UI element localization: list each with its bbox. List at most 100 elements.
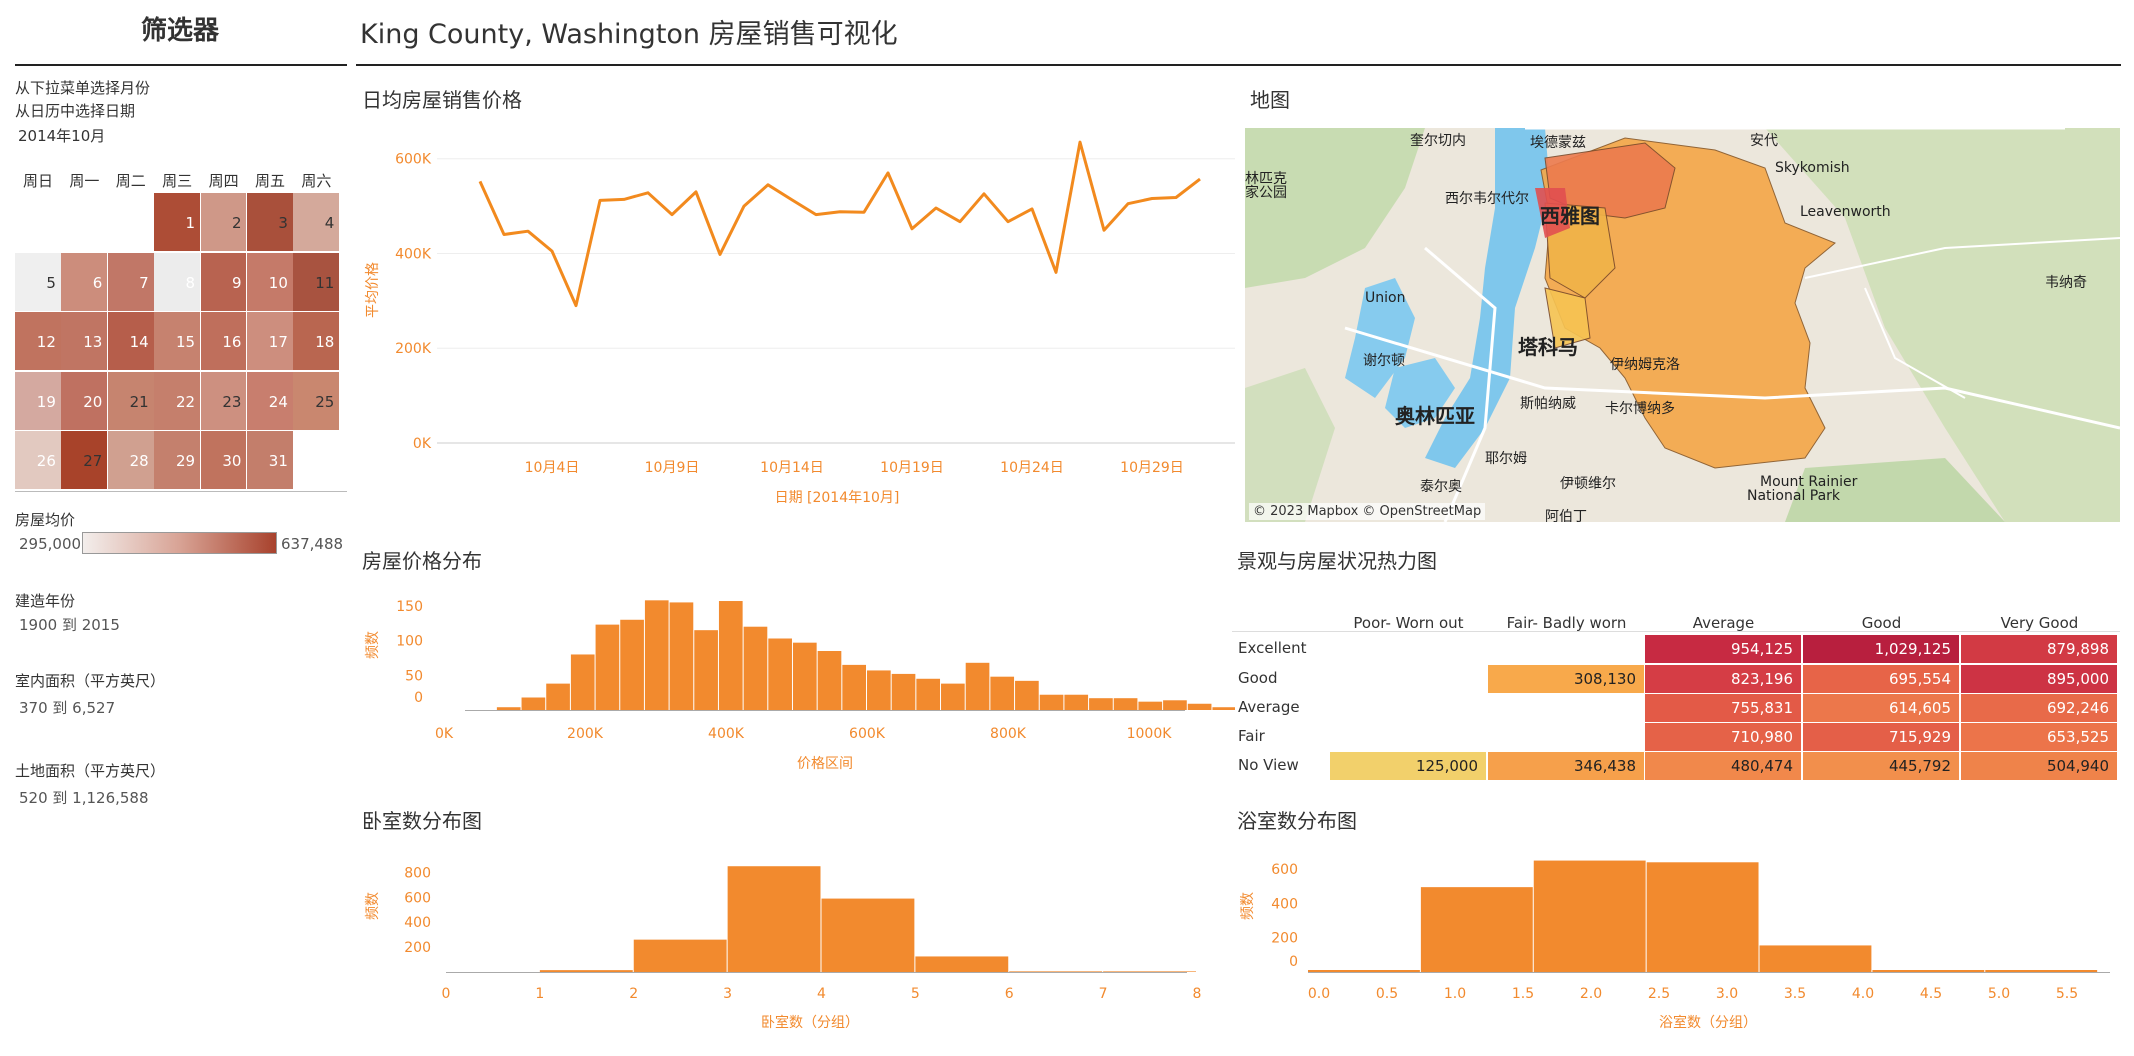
calendar-day[interactable]: 20 (61, 371, 108, 430)
calendar-day[interactable]: 19 (15, 371, 61, 430)
month-dropdown[interactable]: 2014年10月 (18, 125, 105, 146)
calendar-day[interactable]: 13 (61, 312, 108, 371)
map-place-label: 韦纳奇 (2045, 275, 2087, 291)
x-tick-label: 4.5 (1920, 986, 1942, 1002)
calendar-grid: 1 2 3 4 5 6 7 8 9 10 11 12 13 14 15 16 17 18 19 20 21 22 23 24 2… (15, 193, 347, 491)
calendar-day[interactable]: 2 (200, 193, 247, 251)
weekday-4: 周四 (208, 172, 239, 190)
histogram-bar (915, 956, 1009, 972)
histogram-bar (1039, 694, 1064, 710)
legend-min: 295,000 (19, 535, 82, 553)
map-graphic (1245, 128, 2120, 522)
calendar-day[interactable]: 5 (15, 252, 61, 311)
calendar-day[interactable]: 21 (107, 371, 154, 430)
calendar-day[interactable]: 22 (154, 371, 201, 430)
year-filter-range[interactable]: 1900 到 2015 (19, 614, 120, 635)
calendar-day[interactable]: 26 (15, 431, 61, 490)
calendar-day[interactable]: 29 (154, 431, 201, 490)
map-place-label: 伊纳姆克洛 (1610, 357, 1680, 373)
histogram-bar (1533, 860, 1646, 972)
map-place-label: Union (1365, 290, 1406, 306)
histogram-bar (1985, 970, 2098, 972)
sidebar-divider (15, 64, 347, 66)
calendar-day[interactable]: 6 (61, 252, 108, 311)
calendar-day[interactable]: 11 (293, 252, 340, 311)
x-tick-label: 10月4日 (525, 460, 580, 476)
histogram-bar (768, 638, 792, 710)
y-tick-label: 200K (395, 341, 432, 357)
x-tick-label: 1 (535, 986, 544, 1002)
heatmap-column-header: Average (1692, 614, 1755, 632)
x-tick-label: 10月14日 (760, 460, 824, 476)
calendar-day[interactable]: 4 (293, 193, 340, 251)
weekday-0: 周日 (22, 172, 53, 190)
x-axis-title: 日期 [2014年10月] (775, 490, 900, 506)
calendar-day[interactable]: 3 (247, 193, 293, 251)
y-tick-label: 200 (404, 940, 431, 956)
x-tick-label: 3 (723, 986, 732, 1002)
x-tick-label: 200K (567, 726, 604, 742)
calendar-day[interactable]: 28 (107, 431, 154, 490)
histogram-bar (1420, 887, 1533, 972)
calendar-day[interactable]: 14 (107, 312, 154, 371)
calendar-day[interactable]: 1 (154, 193, 201, 251)
calendar-day[interactable]: 12 (15, 312, 61, 371)
x-tick-label: 10月29日 (1120, 460, 1184, 476)
x-tick-label: 0.5 (1376, 986, 1398, 1002)
y-tick-label: 0K (413, 436, 432, 452)
heatmap-cell: 823,196 (1645, 665, 1801, 693)
histogram-bar (694, 630, 718, 710)
heatmap-row-header: Excellent (1238, 639, 1307, 657)
calendar-day[interactable]: 25 (293, 371, 340, 430)
calendar-day[interactable]: 23 (200, 371, 247, 430)
calendar-day[interactable]: 16 (200, 312, 247, 371)
heatmap-cell: 125,000 (1330, 752, 1486, 780)
map-view[interactable]: 奎尔切内 埃德蒙兹 安代 Skykomish 林匹克 家公园 西尔韦尔代尔 西雅图 Leaven… (1245, 128, 2120, 522)
calendar-day[interactable]: 7 (107, 252, 154, 311)
bedroom-histogram: 200 400 600 800 0 1 2 3 4 5 6 7 8 卧室数（分组） 频数 (365, 865, 1201, 1031)
y-tick-label: 0 (414, 690, 423, 706)
heatmap-cell: 755,831 (1645, 694, 1801, 722)
x-axis-title: 浴室数（分组） (1659, 1014, 1757, 1031)
histogram-bar (727, 866, 821, 972)
map-place-label: 耶尔姆 (1485, 451, 1527, 467)
heatmap-cell: 445,792 (1803, 752, 1959, 780)
calendar-day[interactable]: 17 (247, 312, 293, 371)
lot-filter-range[interactable]: 520 到 1,126,588 (19, 787, 149, 808)
map-place-label: Skykomish (1775, 160, 1850, 176)
calendar-day[interactable]: 15 (154, 312, 201, 371)
map-place-label: 西尔韦尔代尔 (1445, 191, 1529, 207)
calendar-day[interactable]: 27 (61, 431, 108, 490)
histogram-bar (965, 662, 990, 710)
histogram-bar (1759, 945, 1872, 972)
x-tick-label: 0.0 (1308, 986, 1330, 1002)
x-tick-label: 10月24日 (1000, 460, 1064, 476)
calendar-day[interactable]: 10 (247, 252, 293, 311)
y-tick-label: 100 (396, 634, 423, 650)
map-place-label: 阿伯丁 (1545, 509, 1587, 522)
x-tick-label: 800K (990, 726, 1027, 742)
bathroom-histogram: 0 200 400 600 0.0 0.5 1.0 1.5 2.0 2.5 3.0 3.5 4.0 4.5… (1240, 860, 2110, 1031)
map-place-label: 埃德蒙兹 (1530, 135, 1586, 151)
histogram-bar (633, 939, 727, 972)
heatmap-header-divider (1232, 631, 2120, 632)
header-divider (356, 64, 2121, 66)
calendar-day[interactable]: 9 (200, 252, 247, 311)
calendar-day[interactable]: 24 (247, 371, 293, 430)
histogram-bar (595, 624, 620, 710)
histogram-bar (821, 898, 915, 972)
color-legend-bar (82, 532, 277, 554)
calendar-day[interactable]: 8 (154, 252, 201, 311)
map-title: 地图 (1250, 88, 1290, 112)
x-tick-label: 7 (1099, 986, 1108, 1002)
price-dist-title: 房屋价格分布 (362, 549, 482, 573)
histogram-bar (1138, 701, 1163, 710)
y-tick-label: 400 (1271, 896, 1298, 912)
x-tick-label: 2.5 (1648, 986, 1670, 1002)
living-filter-range[interactable]: 370 到 6,527 (19, 697, 115, 718)
calendar-day[interactable]: 18 (293, 312, 340, 371)
y-tick-label: 800 (404, 865, 431, 881)
calendar-day[interactable]: 30 (200, 431, 247, 490)
calendar-day[interactable]: 31 (247, 431, 293, 490)
histogram-bar (1064, 694, 1089, 710)
